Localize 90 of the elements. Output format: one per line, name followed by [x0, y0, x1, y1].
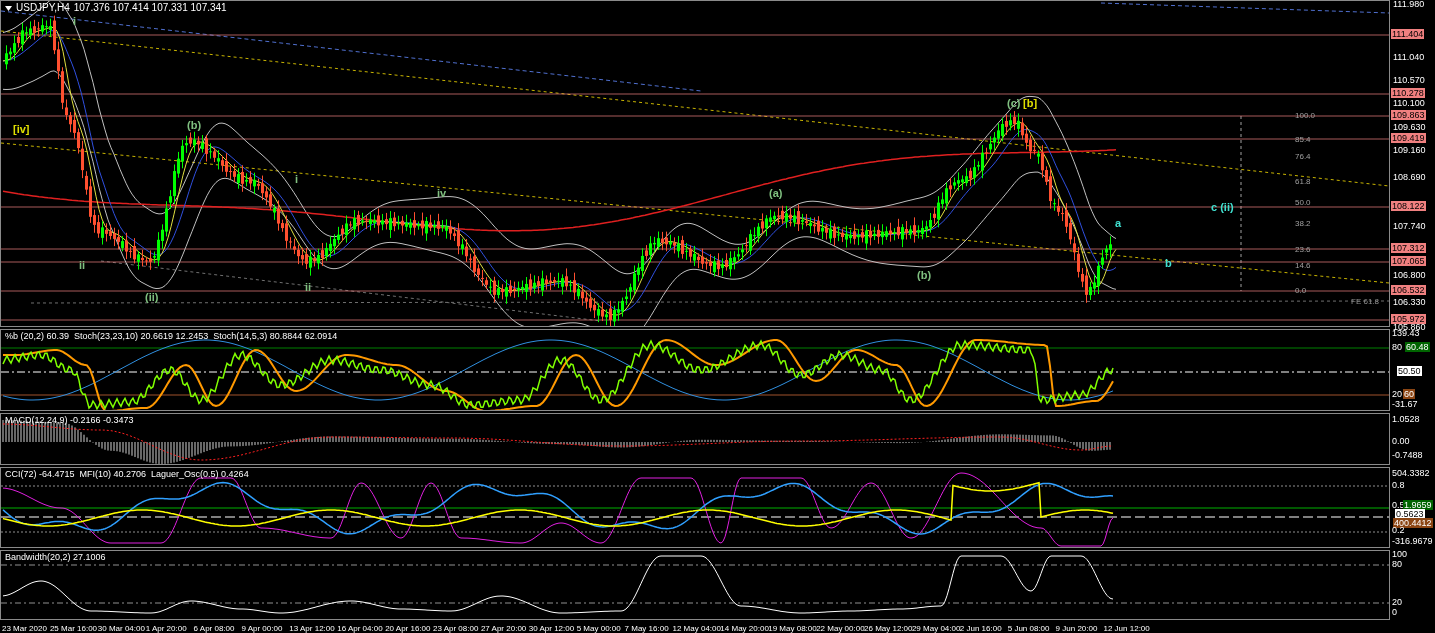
time-axis-label: 1 Apr 20:00: [145, 623, 188, 633]
price-level-tag: 106.532: [1391, 285, 1426, 295]
wave-label: ii: [79, 259, 86, 271]
price-level-tag: 111.404: [1391, 29, 1425, 39]
time-axis-label: 25 Mar 16:00: [49, 623, 98, 633]
axis-label: 1.0528: [1392, 414, 1420, 424]
price-level-tag: 108.122: [1391, 201, 1426, 211]
axis-label: 0.00: [1392, 436, 1410, 446]
time-axis-label: 5 Jun 08:00: [1007, 623, 1051, 633]
quote-values: 107.376 107.414 107.331 107.341: [73, 2, 227, 14]
time-axis-label: 20 Apr 16:00: [385, 623, 432, 633]
axis-label: 20: [1392, 597, 1402, 607]
fibonacci-level-label: 76.4: [1295, 152, 1311, 161]
wave-label: c (ii): [1211, 201, 1234, 213]
time-axis-label: 22 May 00:00: [816, 623, 865, 633]
fibonacci-level-label: 38.2: [1295, 219, 1311, 228]
price-level-tag: 107.065: [1391, 256, 1426, 266]
indicator-header: CCI(72) -64.4715 MFI(10) 40.2706 Laguer_Osc(0.5) 0.4264: [5, 469, 249, 479]
indicator-header: %b (20,2) 60.39 Stoch(23,23,10) 20.6619 12.2453 Stoch(14,5,3) 80.8844 62.0914: [5, 331, 338, 341]
time-axis-label: 7 May 16:00: [624, 623, 670, 633]
wave-label: a: [1115, 217, 1122, 229]
price-axis-label: 107.740: [1393, 221, 1426, 231]
axis-label: 0: [1392, 607, 1397, 617]
wave-label: (b): [917, 269, 932, 281]
time-axis-label: 12 May 04:00: [672, 623, 721, 633]
price-level-tag: 110.278: [1391, 88, 1425, 98]
price-level-tag: 107.312: [1391, 243, 1426, 253]
price-axis-label: 109.630: [1393, 122, 1426, 132]
fibonacci-level-label: 23.6: [1295, 245, 1311, 254]
price-axis-label: 109.160: [1393, 145, 1426, 155]
indicator-header: Bandwidth(20,2) 27.1006: [5, 552, 106, 562]
time-axis-label: 14 May 20:00: [720, 623, 769, 633]
time-axis-label: 23 Apr 08:00: [433, 623, 480, 633]
price-axis-label: 106.800: [1393, 270, 1426, 280]
time-axis-label: 2 Jun 16:00: [959, 623, 1003, 633]
price-axis-label: 106.330: [1393, 297, 1426, 307]
value-tag: 60: [1403, 389, 1415, 399]
axis-label: 80: [1392, 342, 1402, 352]
axis-label: 20: [1392, 389, 1402, 399]
wave-label: i: [73, 15, 77, 27]
price-level-tag: 105.972: [1391, 314, 1426, 324]
fibonacci-level-label: 61.8: [1295, 177, 1311, 186]
value-tag: 50.50: [1397, 366, 1422, 376]
price-level-tag: 109.419: [1391, 133, 1426, 143]
fibonacci-level-label: 0.0: [1295, 286, 1307, 295]
axis-label: -316.9679: [1392, 536, 1433, 546]
axis-label: 100: [1392, 549, 1408, 559]
time-axis-label: 26 May 12:00: [864, 623, 912, 633]
wave-label: iv: [437, 187, 447, 199]
time-axis-label: 13 Apr 12:00: [289, 623, 336, 633]
wave-label: [iv]: [13, 123, 30, 135]
time-axis-label: 30 Apr 12:00: [528, 623, 576, 633]
fibonacci-extension-label: FE 61.8: [1351, 297, 1379, 306]
axis-label: -31.67: [1392, 399, 1418, 409]
price-level-tag: 109.863: [1391, 110, 1426, 120]
fibonacci-level-label: 50.0: [1295, 198, 1311, 207]
wave-label: (ii): [145, 291, 159, 303]
time-axis-label: 6 Apr 08:00: [193, 623, 236, 633]
price-axis-label: 111.980: [1393, 0, 1425, 9]
time-axis-label: 19 May 08:00: [768, 623, 817, 633]
wave-label: (b): [187, 119, 202, 131]
wave-label: b: [1165, 257, 1172, 269]
time-axis-label: 23 Mar 2020: [2, 623, 48, 633]
axis-label: 80: [1392, 559, 1402, 569]
wave-label: [b]: [1023, 97, 1038, 109]
dropdown-triangle-icon[interactable]: [5, 5, 12, 11]
value-tag: 60.48: [1405, 342, 1430, 352]
time-axis-label: 30 Mar 04:00: [97, 623, 146, 633]
price-axis-label: 108.690: [1393, 172, 1426, 182]
indicator-header: MACD(12,24,9) -0.2166 -0.3473: [5, 415, 134, 425]
price-axis-label: 111.040: [1393, 52, 1425, 62]
time-axis-label: 16 Apr 04:00: [337, 623, 384, 633]
fibonacci-level-label: 14.6: [1295, 261, 1311, 270]
time-axis-label: 9 Jun 20:00: [1055, 623, 1099, 633]
wave-label: i: [295, 173, 299, 185]
time-axis-label: 29 May 04:00: [911, 623, 960, 633]
fibonacci-level-label: 100.0: [1295, 111, 1316, 120]
wave-label: ii: [305, 281, 312, 293]
symbol-label: USDJPY,H4: [16, 2, 70, 14]
time-axis-label: 27 Apr 20:00: [480, 623, 528, 633]
time-axis-label: 5 May 00:00: [576, 623, 622, 633]
time-axis-label: 12 Jun 12:00: [1103, 623, 1151, 633]
axis-label: 0.8: [1392, 480, 1405, 490]
price-axis-label: 110.100: [1393, 98, 1425, 108]
price-axis-label: 110.570: [1393, 75, 1425, 85]
wave-label: (a): [769, 187, 783, 199]
axis-label: 504.3382: [1392, 468, 1430, 478]
fibonacci-level-label: 85.4: [1295, 135, 1311, 144]
time-axis-label: 9 Apr 00:00: [241, 623, 284, 633]
axis-label: -0.7488: [1392, 450, 1423, 460]
